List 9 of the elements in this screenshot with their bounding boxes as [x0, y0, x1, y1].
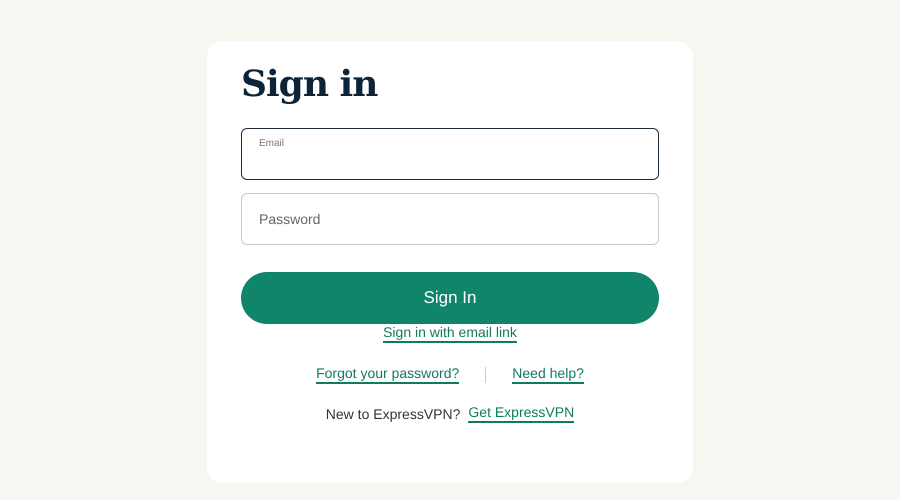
sign-in-button[interactable]: Sign In [241, 272, 659, 324]
page-title: Sign in [241, 63, 379, 106]
password-field[interactable]: Password [241, 193, 659, 246]
help-link[interactable]: Forgot your password? [316, 365, 460, 384]
signup-link[interactable]: Get ExpressVPN [468, 404, 574, 424]
email-field[interactable]: Email [241, 128, 659, 180]
email-link[interactable]: Sign in with email link [383, 324, 517, 344]
help-link[interactable]: Need help? [512, 365, 584, 384]
signup-prompt: New to ExpressVPN? [326, 406, 460, 422]
